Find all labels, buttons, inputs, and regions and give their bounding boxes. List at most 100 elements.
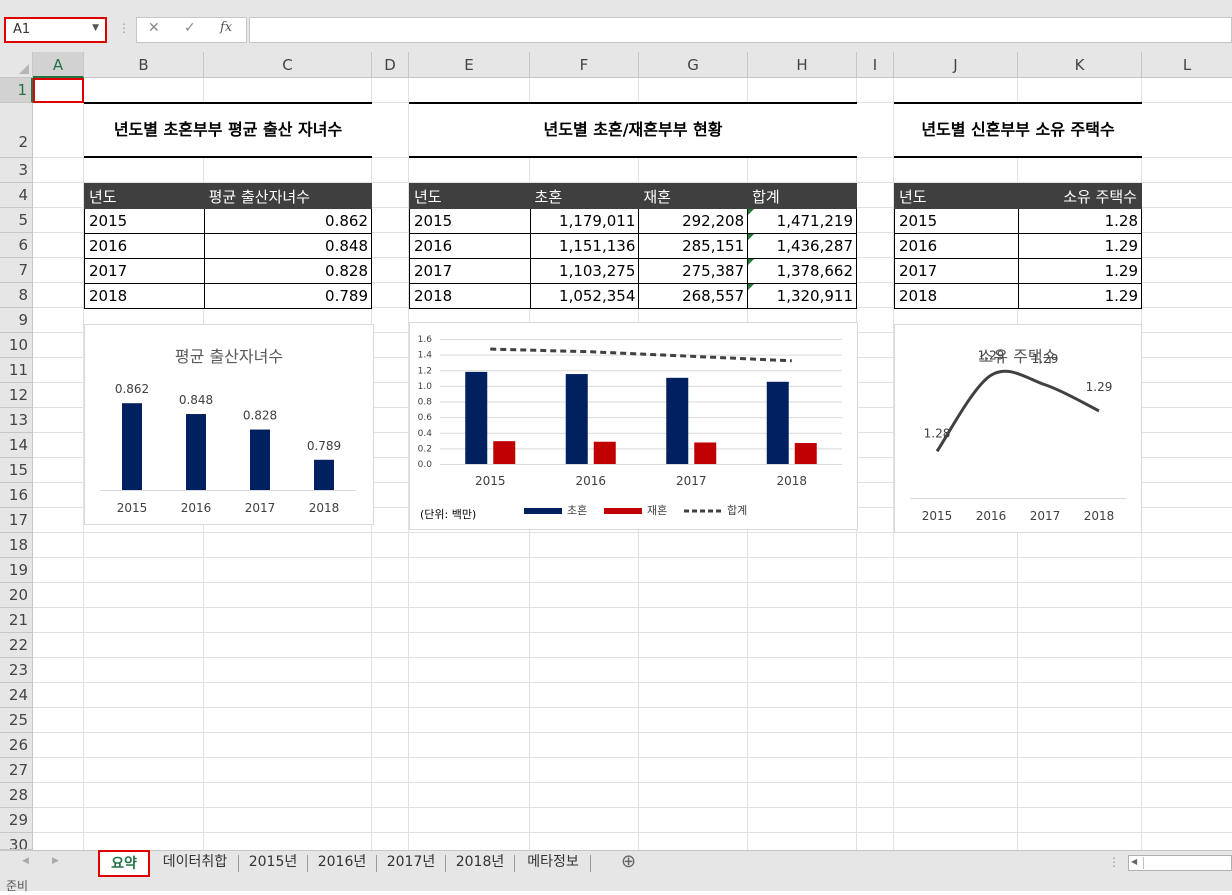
row-header-28[interactable]: 28 <box>0 783 33 808</box>
table-cell[interactable]: 275,387 <box>638 258 749 284</box>
column-header-f[interactable]: F <box>530 52 639 78</box>
column-header-l[interactable]: L <box>1142 52 1232 78</box>
table-cell[interactable]: 2017 <box>894 258 1019 284</box>
row-header-11[interactable]: 11 <box>0 358 33 383</box>
chevron-down-icon[interactable]: ▼ <box>92 23 99 33</box>
table-cell[interactable]: 1.29 <box>1017 233 1142 259</box>
cancel-icon[interactable]: ✕ <box>148 20 160 36</box>
table-cell[interactable]: 2018 <box>409 283 531 309</box>
sheet-tab-2017[interactable]: 2017년 <box>378 850 444 877</box>
table-cell[interactable]: 1.28 <box>1017 208 1142 234</box>
row-header-25[interactable]: 25 <box>0 708 33 733</box>
row-header-22[interactable]: 22 <box>0 633 33 658</box>
row-header-9[interactable]: 9 <box>0 308 33 333</box>
row-header-17[interactable]: 17 <box>0 508 33 533</box>
table-cell[interactable]: 1,151,136 <box>529 233 640 259</box>
table-cell[interactable]: 1.29 <box>1017 283 1142 309</box>
table-cell[interactable]: 1,179,011 <box>529 208 640 234</box>
row-header-27[interactable]: 27 <box>0 758 33 783</box>
column-header-g[interactable]: G <box>639 52 748 78</box>
row-header-4[interactable]: 4 <box>0 183 33 208</box>
table-cell[interactable]: 2015 <box>409 208 531 234</box>
column-header-b[interactable]: B <box>84 52 204 78</box>
sheet-tab-2016[interactable]: 2016년 <box>309 850 375 877</box>
table-cell[interactable]: 2017 <box>84 258 205 284</box>
table-cell[interactable]: 2016 <box>84 233 205 259</box>
row-header-10[interactable]: 10 <box>0 333 33 358</box>
row-header-14[interactable]: 14 <box>0 433 33 458</box>
scroll-left-icon[interactable]: ◀ <box>22 856 29 866</box>
table-cell[interactable]: 2017 <box>409 258 531 284</box>
enter-icon[interactable]: ✓ <box>184 20 196 36</box>
row-header-8[interactable]: 8 <box>0 283 33 308</box>
sheet-tab-2015[interactable]: 2015년 <box>240 850 306 877</box>
y-tick-label: 0.4 <box>418 429 433 439</box>
table-cell[interactable]: 1,320,911 <box>747 283 857 309</box>
row-header-16[interactable]: 16 <box>0 483 33 508</box>
column-header-a[interactable]: A <box>33 52 84 78</box>
row-header-7[interactable]: 7 <box>0 258 33 283</box>
name-box[interactable]: A1 ▼ <box>4 17 107 43</box>
column-header-k[interactable]: K <box>1018 52 1142 78</box>
scroll-left-arrow-icon[interactable]: ◀ <box>1131 857 1137 866</box>
row-header-21[interactable]: 21 <box>0 608 33 633</box>
row-header-26[interactable]: 26 <box>0 733 33 758</box>
row-header-20[interactable]: 20 <box>0 583 33 608</box>
more-options-icon[interactable]: ⋮ <box>118 21 130 35</box>
row-header-3[interactable]: 3 <box>0 158 33 183</box>
row-header-18[interactable]: 18 <box>0 533 33 558</box>
sheet-tab-data[interactable]: 데이터취합 <box>152 850 238 877</box>
table-cell[interactable]: 2016 <box>409 233 531 259</box>
select-all-corner[interactable] <box>0 52 33 78</box>
column-header-h[interactable]: H <box>748 52 857 78</box>
active-cell-a1[interactable] <box>33 78 84 103</box>
table-cell[interactable]: 2015 <box>894 208 1019 234</box>
column-header-d[interactable]: D <box>372 52 409 78</box>
table-cell[interactable]: 0.789 <box>203 283 373 309</box>
split-handle-icon[interactable]: ⋮ <box>1108 855 1120 869</box>
column-header-j[interactable]: J <box>894 52 1018 78</box>
table-cell[interactable]: 2015 <box>84 208 205 234</box>
table-cell[interactable]: 0.862 <box>203 208 373 234</box>
table-cell[interactable]: 1,103,275 <box>529 258 640 284</box>
table-cell[interactable]: 1,378,662 <box>747 258 857 284</box>
column-header-c[interactable]: C <box>204 52 372 78</box>
table-cell[interactable]: 0.848 <box>203 233 373 259</box>
sheet-tab-summary[interactable]: 요약 <box>98 850 150 877</box>
table-cell[interactable]: 0.828 <box>203 258 373 284</box>
sheet-tab-meta[interactable]: 메타정보 <box>516 850 590 877</box>
row-header-24[interactable]: 24 <box>0 683 33 708</box>
avg-children-chart[interactable]: 평균 출산자녀수 0.862 2015 0.848 2016 0.828 2017 0.78… <box>84 324 374 525</box>
table-cell[interactable]: 2016 <box>894 233 1019 259</box>
row-header-1[interactable]: 1 <box>0 78 33 103</box>
marriage-status-chart[interactable]: 0.0 0.2 0.4 0.6 0.8 1.0 1.2 1.4 1.6 2015 2016 2017 2… <box>409 322 858 530</box>
formula-input[interactable] <box>249 17 1232 43</box>
horizontal-scrollbar[interactable]: ◀ <box>1128 855 1232 871</box>
table-cell[interactable]: 1,052,354 <box>529 283 640 309</box>
sheet-tab-2018[interactable]: 2018년 <box>447 850 513 877</box>
house-count-chart[interactable]: 소유 주택수 2015 2016 2017 2018 1.28 1.29 1.29 1.29 <box>894 324 1142 533</box>
row-header-5[interactable]: 5 <box>0 208 33 233</box>
table-cell[interactable]: 1.29 <box>1017 258 1142 284</box>
table-cell[interactable]: 268,557 <box>638 283 749 309</box>
row-header-12[interactable]: 12 <box>0 383 33 408</box>
table-cell[interactable]: 2018 <box>894 283 1019 309</box>
column-header-i[interactable]: I <box>857 52 894 78</box>
table-cell[interactable]: 1,436,287 <box>747 233 857 259</box>
row-header-29[interactable]: 29 <box>0 808 33 833</box>
table-cell[interactable]: 292,208 <box>638 208 749 234</box>
row-header-2[interactable]: 2 <box>0 103 33 158</box>
row-header-30[interactable]: 30 <box>0 833 33 850</box>
row-header-23[interactable]: 23 <box>0 658 33 683</box>
row-header-6[interactable]: 6 <box>0 233 33 258</box>
row-header-15[interactable]: 15 <box>0 458 33 483</box>
row-header-19[interactable]: 19 <box>0 558 33 583</box>
row-header-13[interactable]: 13 <box>0 408 33 433</box>
insert-function-icon[interactable]: fx <box>220 20 232 35</box>
table-cell[interactable]: 285,151 <box>638 233 749 259</box>
scroll-right-icon[interactable]: ▶ <box>52 856 59 866</box>
table-cell[interactable]: 2018 <box>84 283 205 309</box>
table-cell[interactable]: 1,471,219 <box>747 208 857 234</box>
column-header-e[interactable]: E <box>409 52 530 78</box>
add-sheet-icon[interactable]: ⊕ <box>621 851 636 872</box>
